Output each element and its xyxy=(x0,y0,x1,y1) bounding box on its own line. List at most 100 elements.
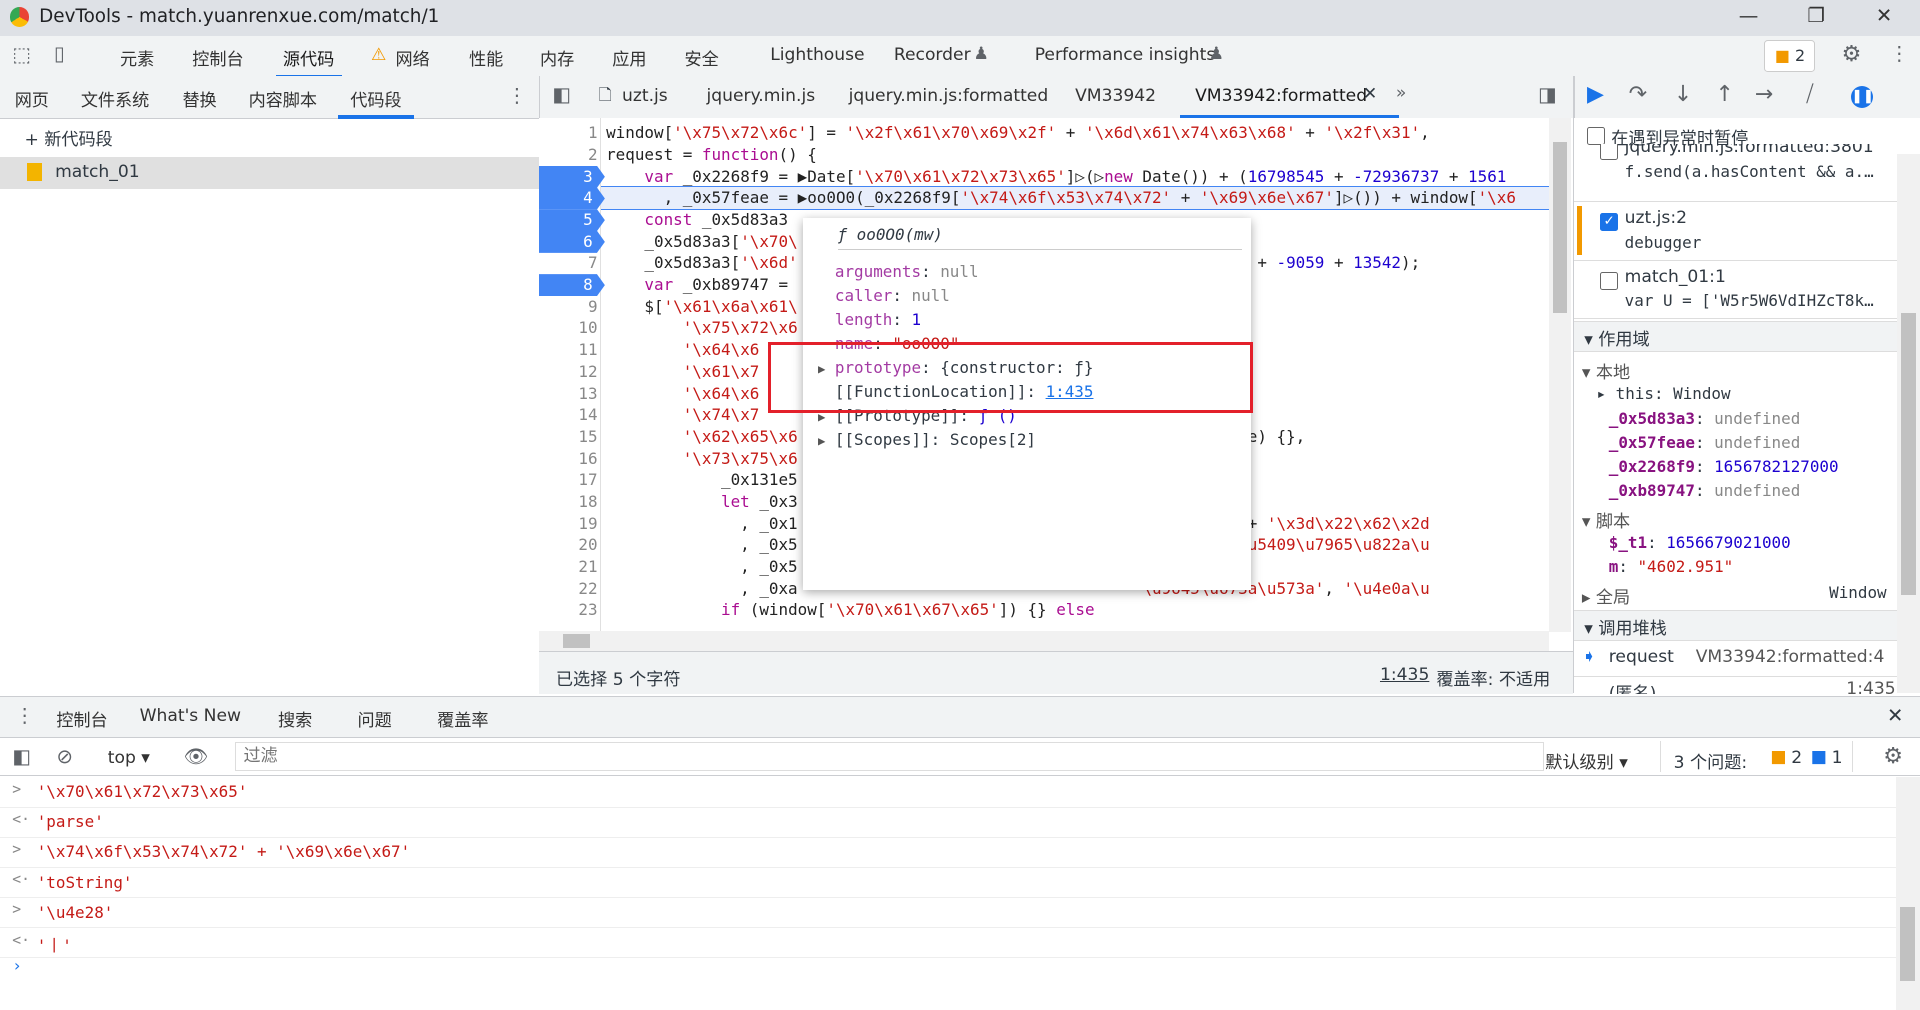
console-settings-icon[interactable]: ⚙ xyxy=(1883,744,1903,769)
tab-lighthouse[interactable]: Lighthouse xyxy=(770,45,864,65)
line-number[interactable]: 15 xyxy=(539,426,598,448)
breakpoint-line-number[interactable]: 4 xyxy=(539,187,605,209)
line-number[interactable]: 18 xyxy=(539,491,598,513)
restore-button[interactable]: ❐ xyxy=(1807,4,1825,27)
scope-section-header[interactable]: ▾ 作用域 xyxy=(1574,321,1896,352)
step-out-icon[interactable]: ↑ xyxy=(1716,82,1734,107)
editor-tab-vm[interactable]: VM33942 xyxy=(1075,86,1156,106)
console-output[interactable]: >'\x70\x61\x72\x73\x65'<·'parse'>'\x74\x… xyxy=(0,777,1896,1010)
nav-tab-overrides[interactable]: 替换 xyxy=(182,86,216,111)
local-scope-header[interactable]: ▾ 本地 xyxy=(1582,358,1630,383)
breakpoint-checkbox[interactable] xyxy=(1600,272,1618,290)
tab-elements[interactable]: 元素 xyxy=(120,45,154,70)
callstack-frame[interactable]: request xyxy=(1609,647,1674,667)
close-window-button[interactable]: ✕ xyxy=(1876,4,1892,27)
callstack-frame[interactable]: (匿名)1:435 xyxy=(1574,676,1896,694)
line-number[interactable]: 12 xyxy=(539,361,598,383)
snippet-item[interactable]: match_01 xyxy=(0,157,539,189)
line-number[interactable]: 17 xyxy=(539,469,598,491)
code-line[interactable]: '\x64\x6 xyxy=(606,383,759,405)
breakpoint-item[interactable]: match_01:1var U = ['W5r5W6VdIHZcT8k… xyxy=(1574,262,1896,319)
code-line[interactable]: var _0x2268f9 = ▶Date['\x70\x61\x72\x73\… xyxy=(606,166,1506,188)
nav-tab-filesystem[interactable]: 文件系统 xyxy=(81,86,150,111)
code-line[interactable]: '\x75\x72\x6 xyxy=(606,317,798,339)
console-result-line[interactable]: <·'toString' xyxy=(0,868,1896,898)
minimize-button[interactable]: — xyxy=(1739,4,1759,27)
code-line[interactable]: if (window['\x70\x61\x67\x65']) {} else xyxy=(606,599,1094,621)
step-icon[interactable]: → xyxy=(1755,82,1773,107)
tab-sources[interactable]: 源代码 xyxy=(283,45,334,70)
issues-counter-button[interactable]: 3 个问题: ■2 ■1 xyxy=(1660,741,1853,773)
inspect-element-icon[interactable]: ⬚ xyxy=(12,43,31,66)
console-filter-input[interactable] xyxy=(235,742,1544,771)
scope-variable[interactable]: m: "4602.951" xyxy=(1609,557,1734,576)
line-number[interactable]: 7 xyxy=(539,252,598,274)
drawer-menu-icon[interactable]: ⋮ xyxy=(15,704,35,727)
console-input-line[interactable]: >'\x70\x61\x72\x73\x65' xyxy=(0,777,1896,807)
eye-icon[interactable]: 👁 xyxy=(184,745,209,768)
nav-tab-snippets[interactable]: 代码段 xyxy=(350,86,401,111)
console-result-line[interactable]: <·'parse' xyxy=(0,807,1896,837)
deactivate-breakpoints-icon[interactable]: ⧸ xyxy=(1806,82,1814,107)
line-number[interactable]: 1 xyxy=(539,122,598,144)
code-line[interactable]: '\x61\x7 xyxy=(606,361,759,383)
line-number[interactable]: 16 xyxy=(539,448,598,470)
code-line[interactable]: , _0x57feae = ▶oo0O0(_0x2268f9['\x74\x6f… xyxy=(606,187,1516,209)
close-tab-icon[interactable]: ✕ xyxy=(1363,84,1377,104)
breakpoint-item[interactable]: jquery.min.js:formatted:3801f.send(a.has… xyxy=(1574,144,1896,201)
console-prompt[interactable]: › xyxy=(12,956,22,975)
code-line[interactable]: $['\x61\x6a\x61\ xyxy=(606,296,798,318)
editor-tab-jquery[interactable]: jquery.min.js xyxy=(707,86,816,106)
line-number[interactable]: 11 xyxy=(539,339,598,361)
line-number[interactable]: 9 xyxy=(539,296,598,318)
scope-variable[interactable]: _0x57feae: undefined xyxy=(1609,433,1801,452)
line-number[interactable]: 23 xyxy=(539,599,598,621)
new-snippet-button[interactable]: + 新代码段 xyxy=(24,125,112,150)
code-line[interactable]: , _0x5 xyxy=(606,556,798,578)
scope-variable[interactable]: _0x2268f9: 1656782127000 xyxy=(1609,457,1839,476)
pause-on-exceptions-icon[interactable]: ❚❚ xyxy=(1851,86,1873,108)
tab-security[interactable]: 安全 xyxy=(684,45,718,70)
line-number[interactable]: 21 xyxy=(539,556,598,578)
close-drawer-icon[interactable]: ✕ xyxy=(1887,704,1903,727)
breakpoint-line-number[interactable]: 3 xyxy=(539,166,605,188)
this-row[interactable]: ▸ this: Window xyxy=(1597,384,1731,403)
context-selector[interactable]: top ▾ xyxy=(108,748,150,768)
gear-icon[interactable]: ⚙ xyxy=(1842,42,1862,67)
step-over-icon[interactable]: ↷ xyxy=(1629,82,1647,107)
issues-badge-button[interactable]: ■ 2 xyxy=(1764,40,1815,71)
code-line[interactable]: const _0x5d83a3 xyxy=(606,209,788,231)
clear-console-icon[interactable]: ⊘ xyxy=(56,745,72,768)
line-number[interactable]: 22 xyxy=(539,578,598,600)
code-line[interactable]: let _0x3 xyxy=(606,491,798,513)
more-tabs-icon[interactable]: » xyxy=(1396,83,1406,103)
tab-application[interactable]: 应用 xyxy=(612,45,646,70)
more-icon[interactable]: ⋮ xyxy=(507,84,527,107)
toggle-debugger-icon[interactable]: ◨ xyxy=(1538,83,1557,106)
scope-variable[interactable]: _0xb89747: undefined xyxy=(1609,481,1801,500)
drawer-tab-search[interactable]: 搜索 xyxy=(278,706,312,731)
console-input-line[interactable]: >'\x74\x6f\x53\x74\x72' + '\x69\x6e\x67' xyxy=(0,838,1896,868)
drawer-tab-issues[interactable]: 问题 xyxy=(358,706,392,731)
device-toggle-icon[interactable]: ▯ xyxy=(54,42,65,65)
code-line[interactable]: request = function() { xyxy=(606,144,817,166)
more-options-icon[interactable]: ⋮ xyxy=(1889,42,1909,65)
editor-horizontal-scrollbar[interactable] xyxy=(539,631,1549,652)
scope-variable[interactable]: $_t1: 1656679021000 xyxy=(1609,533,1791,552)
line-number[interactable]: 2 xyxy=(539,144,598,166)
resume-icon[interactable]: ▶ xyxy=(1587,82,1604,107)
script-scope-header[interactable]: ▾ 脚本 xyxy=(1582,507,1630,532)
drawer-tab-whats-new[interactable]: What's New xyxy=(140,706,241,726)
code-line[interactable]: var _0xb89747 = xyxy=(606,274,788,296)
pause-exceptions-checkbox[interactable] xyxy=(1587,127,1605,145)
editor-tab-uzt[interactable]: uzt.js xyxy=(622,86,668,106)
tab-network[interactable]: 网络 xyxy=(396,45,430,70)
breakpoint-checkbox[interactable] xyxy=(1600,144,1618,159)
drawer-tab-console[interactable]: 控制台 xyxy=(56,706,107,731)
code-line[interactable]: _0x5d83a3['\x70\ xyxy=(606,231,798,253)
code-line[interactable]: _0x131e5 xyxy=(606,469,798,491)
code-line[interactable]: '\x64\x6 xyxy=(606,339,759,361)
property-row[interactable]: ▶ [[Scopes]]: Scopes[2] xyxy=(818,430,1036,449)
code-line[interactable]: '\x73\x75\x6 xyxy=(606,448,798,470)
line-number[interactable]: 10 xyxy=(539,317,598,339)
